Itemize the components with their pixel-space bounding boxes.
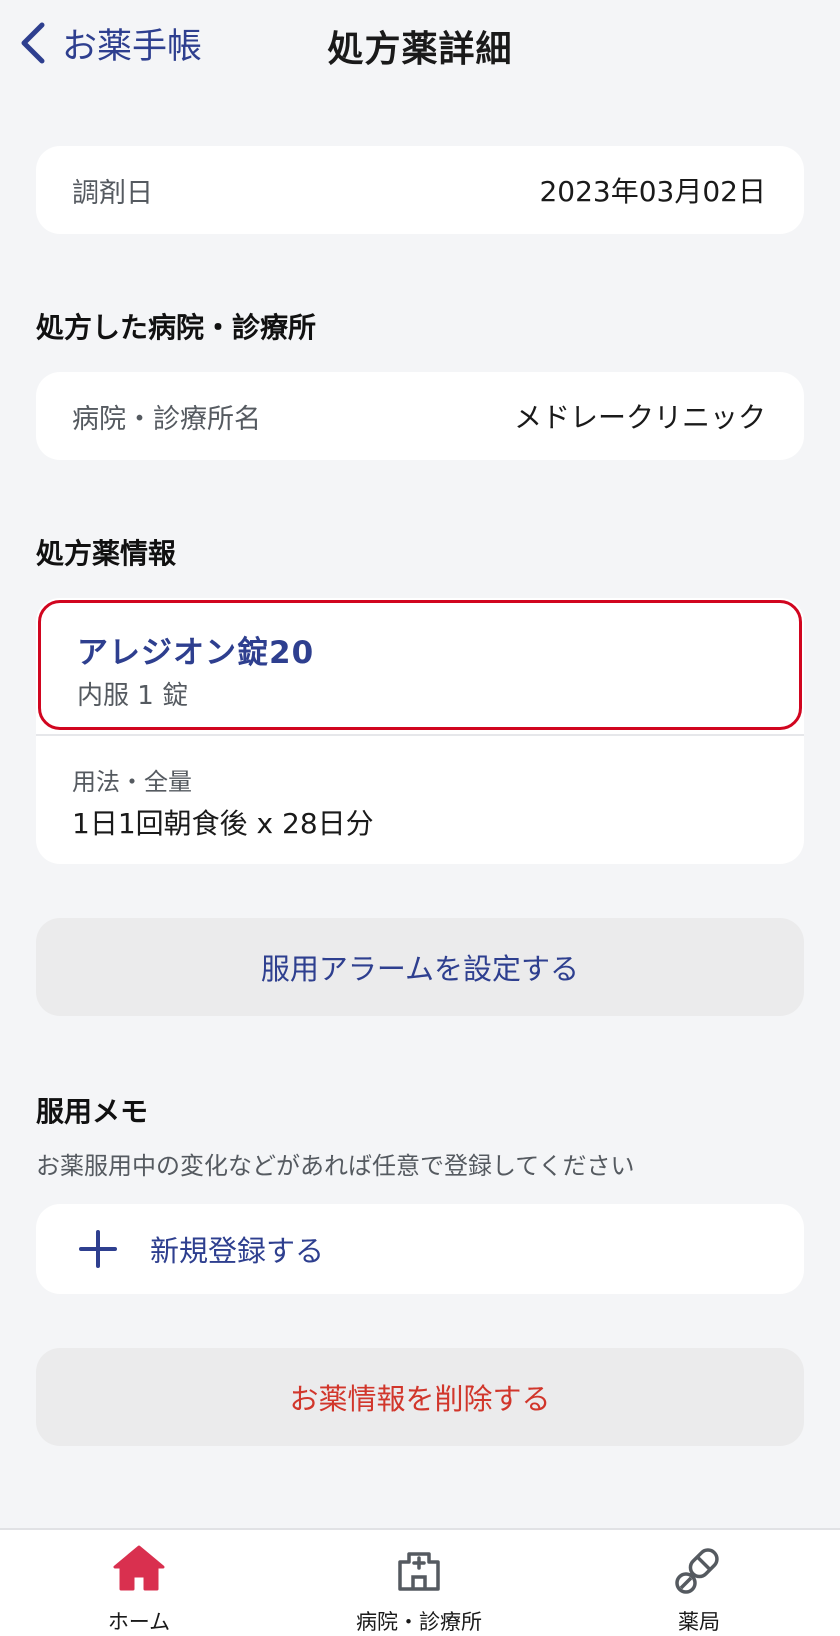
pill-icon — [675, 1548, 719, 1594]
divider — [36, 734, 804, 736]
drug-card: アレジオン錠20 内服 1 錠 用法・全量 1日1回朝食後 x 28日分 — [36, 598, 804, 864]
memo-section-title: 服用メモ — [36, 1095, 149, 1128]
hospital-name-label: 病院・診療所名 — [72, 403, 261, 435]
memo-description: お薬服用中の変化などがあれば任意で登録してください — [36, 1152, 635, 1180]
drug-dose: 内服 1 錠 — [77, 681, 189, 711]
drug-item[interactable]: アレジオン錠20 内服 1 錠 — [38, 600, 802, 730]
page-title: 処方薬詳細 — [327, 29, 513, 70]
tab-pharmacy[interactable]: 薬局 — [599, 1530, 799, 1636]
dispensing-date-value: 2023年03月02日 — [539, 175, 766, 208]
hospital-card: 病院・診療所名 メドレークリニック — [36, 372, 804, 460]
nav-header: お薬手帳 処方薬詳細 — [0, 0, 840, 90]
hospital-section-title: 処方した病院・診療所 — [36, 311, 317, 344]
drug-section-title: 処方薬情報 — [36, 537, 177, 570]
hospital-name-value: メドレークリニック — [513, 401, 766, 434]
home-icon — [113, 1545, 165, 1591]
set-alarm-button[interactable]: 服用アラームを設定する — [36, 918, 804, 1016]
tab-hospital[interactable]: 病院・診療所 — [319, 1530, 519, 1636]
dispensing-date-card: 調剤日 2023年03月02日 — [36, 146, 804, 234]
drug-name: アレジオン錠20 — [77, 635, 315, 671]
usage-value: 1日1回朝食後 x 28日分 — [72, 807, 374, 840]
tab-bar: ホーム 病院・診療所 薬局 — [0, 1528, 840, 1636]
new-memo-label: 新規登録する — [150, 1234, 325, 1268]
new-memo-button[interactable]: 新規登録する — [36, 1204, 804, 1294]
delete-drug-button[interactable]: お薬情報を削除する — [36, 1348, 804, 1446]
tab-hospital-label: 病院・診療所 — [356, 1610, 482, 1634]
prescription-detail-screen: お薬手帳 処方薬詳細 調剤日 2023年03月02日 処方した病院・診療所 病院… — [0, 0, 840, 1636]
dispensing-date-label: 調剤日 — [72, 177, 153, 209]
usage-label: 用法・全量 — [72, 768, 192, 796]
tab-home-label: ホーム — [107, 1610, 171, 1634]
tab-pharmacy-label: 薬局 — [678, 1610, 720, 1634]
tab-home[interactable]: ホーム — [39, 1530, 239, 1636]
plus-icon — [79, 1230, 117, 1268]
hospital-icon — [398, 1552, 440, 1591]
